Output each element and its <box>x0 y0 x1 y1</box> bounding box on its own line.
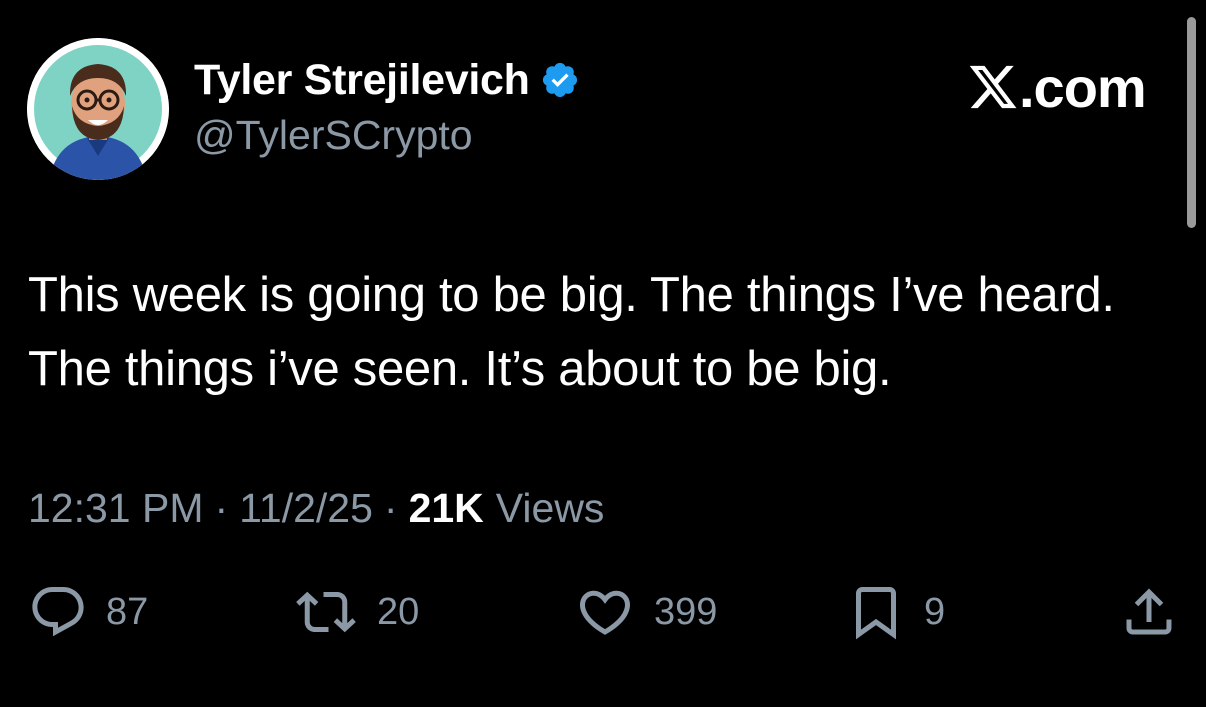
avatar-image <box>27 38 169 180</box>
heart-icon <box>579 590 631 635</box>
brand-domain: .com <box>1019 55 1147 119</box>
tweet-actions: 87 20 399 9 <box>0 580 1206 644</box>
bookmark-button[interactable]: 9 <box>846 580 945 644</box>
reply-button[interactable]: 87 <box>28 580 148 644</box>
views-count: 21K <box>408 484 484 531</box>
verified-badge-icon <box>540 60 580 100</box>
avatar[interactable] <box>27 38 169 180</box>
reply-count: 87 <box>106 590 149 633</box>
x-brand: .com <box>967 55 1147 119</box>
author-name-row[interactable]: Tyler Strejilevich <box>194 50 580 110</box>
tweet-date[interactable]: 11/2/25 <box>239 485 373 532</box>
views-label: Views <box>495 484 605 531</box>
bookmark-count: 9 <box>924 590 946 633</box>
bookmark-icon <box>856 587 896 640</box>
repost-count: 20 <box>377 590 420 633</box>
share-button[interactable] <box>1119 580 1179 644</box>
like-count: 399 <box>654 590 718 633</box>
repost-icon <box>296 591 356 633</box>
meta-separator: · <box>383 484 398 531</box>
author-display-name[interactable]: Tyler Strejilevich <box>194 56 530 105</box>
share-icon <box>1126 588 1172 635</box>
repost-button[interactable]: 20 <box>293 580 419 644</box>
x-logo-icon <box>969 65 1017 109</box>
scrollbar[interactable] <box>1187 17 1196 228</box>
tweet-time[interactable]: 12:31 PM <box>28 485 204 532</box>
author-handle[interactable]: @TylerSCrypto <box>194 112 473 159</box>
tweet-meta: 12:31 PM · 11/2/25 · 21K Views <box>28 483 604 533</box>
tweet-text: This week is going to be big. The things… <box>28 268 1115 396</box>
reply-icon <box>32 587 84 637</box>
meta-separator: · <box>214 484 229 531</box>
like-button[interactable]: 399 <box>574 580 717 644</box>
